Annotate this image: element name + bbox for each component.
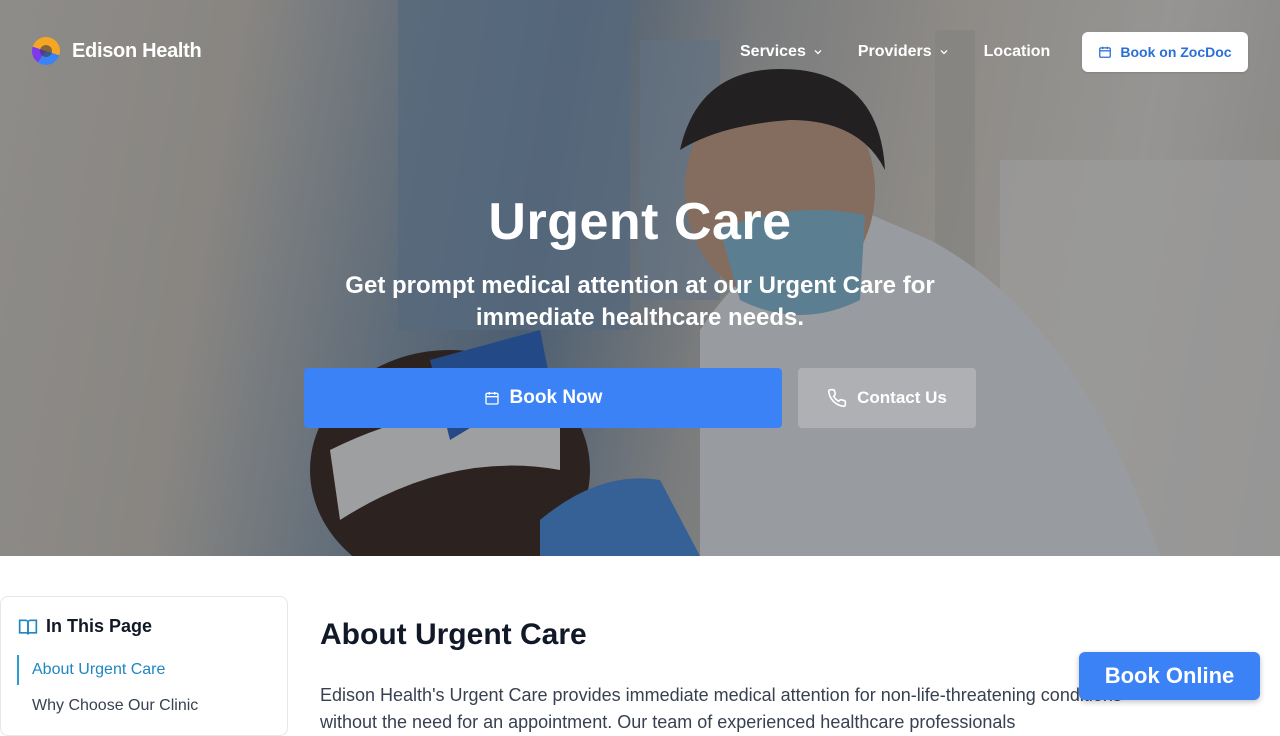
contact-us-label: Contact Us	[857, 388, 947, 407]
calendar-icon	[1099, 46, 1112, 58]
nav-location-link[interactable]: Location	[984, 43, 1051, 61]
edison-health-logo-icon	[32, 37, 60, 65]
about-section-title: About Urgent Care	[320, 618, 587, 651]
brand-link[interactable]: Edison Health	[32, 37, 202, 65]
toc-header: In This Page	[18, 616, 152, 637]
nav-services-dropdown[interactable]: Services	[740, 43, 824, 61]
nav-links: Services Providers Location	[740, 40, 1050, 64]
brand-name: Edison Health	[72, 39, 202, 62]
book-online-floating-button[interactable]: Book Online	[1079, 652, 1260, 700]
page-title: Urgent Care	[488, 193, 792, 251]
calendar-icon	[484, 392, 499, 405]
nav-providers-label: Providers	[857, 43, 932, 60]
phone-icon	[828, 388, 847, 408]
nav-location-label: Location	[983, 43, 1051, 60]
book-on-zocdoc-button[interactable]: Book on ZocDoc	[1082, 32, 1248, 72]
top-navigation: Edison Health Services Providers Locatio…	[0, 0, 1280, 104]
about-section-text: Edison Health's Urgent Care provides imm…	[320, 685, 1122, 732]
open-book-icon	[18, 619, 38, 635]
book-now-button[interactable]: Book Now	[304, 368, 782, 428]
nav-services-label: Services	[740, 43, 806, 60]
hero-subtitle: Get prompt medical attention at our Urge…	[345, 272, 935, 331]
nav-providers-dropdown[interactable]: Providers	[858, 43, 950, 61]
book-on-zocdoc-label: Book on ZocDoc	[1120, 44, 1232, 60]
toc-item-about-urgent-care[interactable]: About Urgent Care	[17, 655, 165, 685]
toc-item-why-choose-our-clinic[interactable]: Why Choose Our Clinic	[32, 697, 198, 715]
chevron-down-icon	[940, 50, 948, 55]
book-now-label: Book Now	[509, 387, 603, 408]
toc-heading: In This Page	[46, 616, 153, 636]
chevron-down-icon	[814, 50, 822, 55]
in-this-page-toc: In This Page About Urgent Care Why Choos…	[0, 596, 288, 736]
contact-us-button[interactable]: Contact Us	[798, 368, 976, 428]
